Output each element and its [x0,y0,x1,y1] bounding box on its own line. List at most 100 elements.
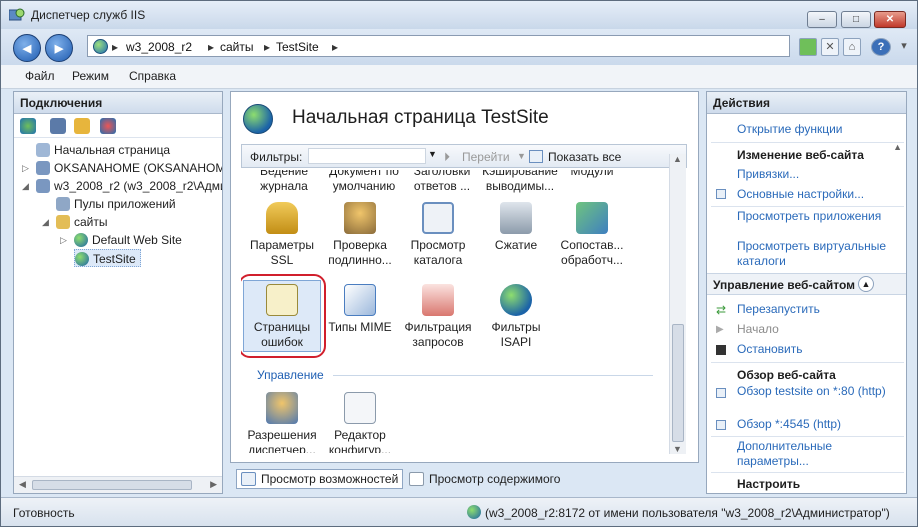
feature-logging[interactable]: Ведение журнала [245,170,323,194]
feature-configuration-editor[interactable]: Редактор конфигур... [321,392,399,453]
actions-pane: Действия ▲ Открытие функции Изменение ве… [706,91,907,494]
action-browse-80[interactable]: Обзор testsite on *:80 (http) [737,384,887,399]
config-editor-icon [344,392,376,424]
scroll-down-icon[interactable]: ▼ [673,444,682,454]
go-button[interactable]: Перейти [462,150,510,164]
navigation-bar: ◀ ▶ ▸ w3_2008_r2 ▸ сайты ▸ TestSite ▸ ✕ … [1,29,917,65]
feature-error-pages[interactable]: Страницы ошибок [243,284,321,350]
site-globe-icon [74,233,88,247]
feature-management-permissions[interactable]: Разрешения диспетчер... [243,392,321,453]
vertical-scrollbar[interactable]: ▲ ▼ [669,154,686,454]
tab-features-view[interactable]: Просмотр возможностей [236,469,404,489]
scroll-left-icon[interactable]: ◀ [19,479,26,490]
action-stop[interactable]: Остановить [737,342,803,357]
scrollbar-thumb[interactable] [32,480,192,490]
tree-node-sites[interactable]: сайты [56,213,108,231]
feature-isapi-filters[interactable]: Фильтры ISAPI [477,284,555,350]
connect-icon[interactable] [20,118,36,134]
tree-node-testsite[interactable]: TestSite [74,249,141,267]
filter-dropdown-icon[interactable]: ▼ [428,149,437,159]
breadcrumb-separator-icon: ▸ [112,40,119,54]
refresh-icon[interactable] [799,38,817,56]
action-browse-4545[interactable]: Обзор *:4545 (http) [737,417,841,432]
tree-node-start-page[interactable]: Начальная страница [36,141,170,159]
start-icon: ▶ [716,324,724,335]
scroll-up-icon[interactable]: ▲ [673,154,682,164]
go-dropdown-icon[interactable]: ▼ [517,151,526,161]
action-basic-settings[interactable]: Основные настройки... [737,187,864,202]
tree-node-oksanahome[interactable]: OKSANAHOME (OKSANAHOME [36,159,222,177]
save-icon[interactable] [50,118,66,134]
expand-arrow-icon[interactable]: ▷ [60,231,67,249]
address-bar[interactable]: ▸ w3_2008_r2 ▸ сайты ▸ TestSite ▸ [87,35,790,57]
feature-handler-mappings[interactable]: Сопостав... обработч... [551,202,633,268]
disconnect-icon[interactable] [100,118,116,134]
feature-mime-types[interactable]: Типы MIME [321,284,399,335]
action-bindings[interactable]: Привязки... [737,167,799,182]
breadcrumb-sites[interactable]: сайты [220,40,254,54]
help-icon[interactable]: ? [871,38,891,56]
feature-default-document[interactable]: Документ по умолчанию [325,170,403,194]
collapse-arrow-icon[interactable]: ◢ [22,177,29,195]
feature-modules[interactable]: Модули [553,170,631,179]
collapse-section-icon[interactable]: ▲ [858,276,874,292]
action-start[interactable]: Начало [737,322,779,336]
separator [711,142,904,143]
feature-request-filtering[interactable]: Фильтрация запросов [399,284,477,350]
app-pools-icon [56,197,70,211]
menu-file[interactable]: Файл [25,69,55,83]
forward-button[interactable]: ▶ [45,34,73,62]
show-all-button[interactable]: Показать все [548,150,621,164]
horizontal-scrollbar[interactable]: ◀ ▶ [14,476,222,493]
tree-node-w3-2008-r2[interactable]: w3_2008_r2 (w3_2008_r2\Админ [36,177,222,195]
start-page-icon [36,143,50,157]
feature-directory-browsing[interactable]: Просмотр каталога [399,202,477,268]
maximize-button[interactable]: □ [841,11,871,28]
page-title: Начальная страница TestSite [292,107,549,128]
back-button[interactable]: ◀ [13,34,41,62]
menu-help[interactable]: Справка [129,69,176,83]
scroll-right-icon[interactable]: ▶ [210,479,217,490]
close-button[interactable]: ✕ [874,11,906,28]
feature-authentication[interactable]: Проверка подлинно... [321,202,399,268]
feature-ssl-settings[interactable]: Параметры SSL [243,202,321,268]
section-browse-site: Обзор веб-сайта [737,368,836,382]
scrollbar-thumb[interactable] [672,324,684,442]
connections-tree: Начальная страница ▷ OKSANAHOME (OKSANAH… [14,138,222,463]
stop-icon[interactable]: ✕ [821,38,839,56]
separator [711,472,904,473]
expand-arrow-icon[interactable]: ▷ [22,159,29,177]
action-view-applications[interactable]: Просмотреть приложения [737,209,887,224]
iis-app-icon [9,8,25,21]
settings-icon [716,189,726,199]
help-dropdown-icon[interactable]: ▾ [895,38,913,56]
collapse-arrow-icon[interactable]: ◢ [42,213,49,231]
view-switcher: Просмотр возможностей Просмотр содержимо… [230,467,699,491]
home-icon[interactable]: ⌂ [843,38,861,56]
section-edit-site: Изменение веб-сайта [737,148,864,162]
tab-content-view[interactable]: Просмотр содержимого [404,469,565,489]
action-advanced-settings[interactable]: Дополнительные параметры... [737,439,887,469]
actions-header: Действия [707,92,906,114]
up-folder-icon[interactable] [74,118,90,134]
feature-response-headers[interactable]: Заголовки ответов ... [403,170,481,194]
server-icon [36,161,50,175]
tree-node-default-web-site[interactable]: Default Web Site [74,231,182,249]
menu-view[interactable]: Режим [72,69,109,83]
tree-node-app-pools[interactable]: Пулы приложений [56,195,176,213]
request-filtering-icon [422,284,454,316]
breadcrumb-testsite[interactable]: TestSite [276,40,319,54]
filter-input[interactable] [308,148,426,164]
menu-bar: Файл Режим Справка [1,65,917,89]
server-icon [36,179,50,193]
go-icon[interactable]: ⏵ [444,150,450,165]
window-title: Диспетчер служб IIS [31,8,146,22]
action-view-virtual-dirs[interactable]: Просмотреть виртуальные каталоги [737,239,887,269]
minimize-button[interactable]: – [807,11,837,28]
feature-output-caching[interactable]: Кэширование выводимы... [481,170,559,194]
feature-compression[interactable]: Сжатие [477,202,555,253]
action-open-feature[interactable]: Открытие функции [737,122,842,137]
action-restart[interactable]: Перезапустить [737,302,820,317]
scroll-up-icon[interactable]: ▲ [893,142,902,152]
breadcrumb-server[interactable]: w3_2008_r2 [126,40,192,54]
